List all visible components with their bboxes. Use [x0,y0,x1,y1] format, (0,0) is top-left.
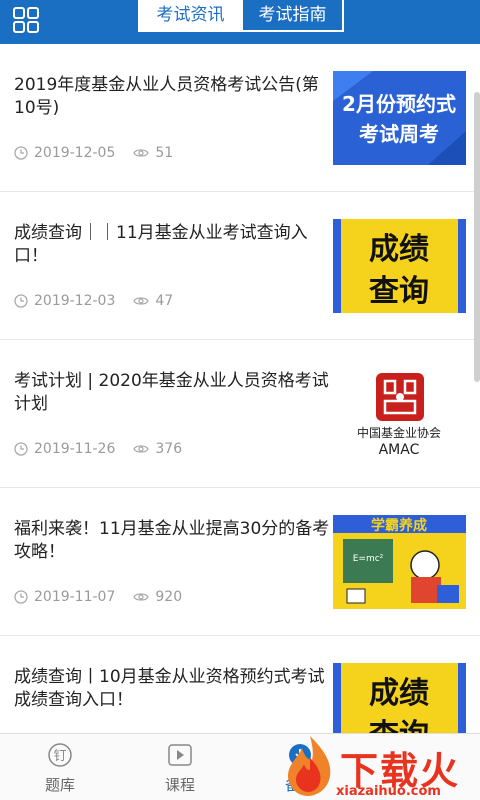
nav-item-course[interactable]: 课程 [120,734,240,800]
article-item[interactable]: 福利来袭！11月基金从业提高30分的备考攻略！ 2019-11-07 920 学… [0,488,480,636]
article-thumbnail: 成绩 查询 [333,219,466,313]
scrollbar[interactable] [474,92,480,382]
article-item[interactable]: 考试计划 | 2020年基金从业人员资格考试计划 2019-11-26 376 … [0,340,480,488]
clock-icon [14,146,28,160]
article-thumbnail: 2月份预约式 考试周考 [333,71,466,165]
article-meta: 2019-11-07 920 [14,588,182,606]
thumb-text-2: E=mc² [353,554,384,564]
article-date: 2019-11-07 [34,589,116,605]
eye-icon [133,445,150,453]
amac-logo-icon [376,373,424,421]
nav-item-question-bank[interactable]: 钉 题库 [0,734,120,800]
flame-logo-icon [288,736,331,796]
nail-icon: 钉 [46,742,74,768]
article-views: 920 [155,589,183,605]
article-title: 成绩查询｜｜11月基金从业考试查询入口！ [14,223,308,266]
article-meta: 2019-12-05 51 [14,144,173,162]
play-icon [166,742,194,768]
thumb-text-1: 2月份预约式 [342,92,456,116]
article-meta: 2019-12-03 47 [14,292,173,310]
article-date: 2019-12-05 [34,145,116,161]
thumb-text-2: AMAC [379,442,420,458]
thumb-text-2: 查询 [369,274,429,309]
article-title: 考试计划 | 2020年基金从业人员资格考试计划 [14,371,329,414]
clock-icon [14,294,28,308]
article-meta: 2019-11-26 376 [14,440,182,458]
thumb-text-1: 中国基金业协会 [357,425,441,440]
article-list: 2019年度基金从业人员资格考试公告(第10号) 2019-12-05 51 2… [0,44,480,734]
article-thumbnail: 中国基金业协会 AMAC [333,367,466,461]
eye-icon [133,149,150,157]
article-item[interactable]: 2019年度基金从业人员资格考试公告(第10号) 2019-12-05 51 2… [0,44,480,192]
tab-exam-guide[interactable]: 考试指南 [241,0,342,30]
eye-icon [133,297,150,305]
clock-icon [14,590,28,604]
article-date: 2019-11-26 [34,441,116,457]
article-title: 福利来袭！11月基金从业提高30分的备考攻略！ [14,519,330,562]
nav-label: 课程 [164,776,195,794]
clock-icon [14,442,28,456]
thumb-text-1: 成绩 [369,232,429,267]
nav-label: 题库 [44,776,75,794]
article-views: 376 [155,441,183,457]
watermark: 下载火 xiazaihuo.com [280,730,480,800]
eye-icon [133,593,150,601]
watermark-url: xiazaihuo.com [336,784,441,799]
article-item[interactable]: 成绩查询｜｜11月基金从业考试查询入口！ 2019-12-03 47 成绩 查询 [0,192,480,340]
tab-switcher: 考试资讯 考试指南 [138,0,344,32]
article-views: 47 [155,293,174,309]
article-title: 2019年度基金从业人员资格考试公告(第10号) [14,75,319,118]
tab-exam-news[interactable]: 考试资讯 [140,0,241,30]
top-bar: 考试资讯 考试指南 [0,0,480,44]
article-thumbnail: 学霸养成 E=mc² [333,515,466,609]
article-thumbnail: 成绩 查询 [333,663,466,734]
thumb-text-1: 学霸养成 [371,517,427,534]
article-title: 成绩查询丨10月基金从业资格预约式考试成绩查询入口！ [14,667,325,710]
grid-menu-icon[interactable] [12,6,40,34]
article-item[interactable]: 成绩查询丨10月基金从业资格预约式考试成绩查询入口！ 成绩 查询 [0,636,480,734]
article-views: 51 [155,145,174,161]
article-date: 2019-12-03 [34,293,116,309]
thumb-text-2: 考试周考 [359,122,439,146]
svg-text:钉: 钉 [53,749,66,764]
thumb-text-1: 成绩 [369,676,429,711]
